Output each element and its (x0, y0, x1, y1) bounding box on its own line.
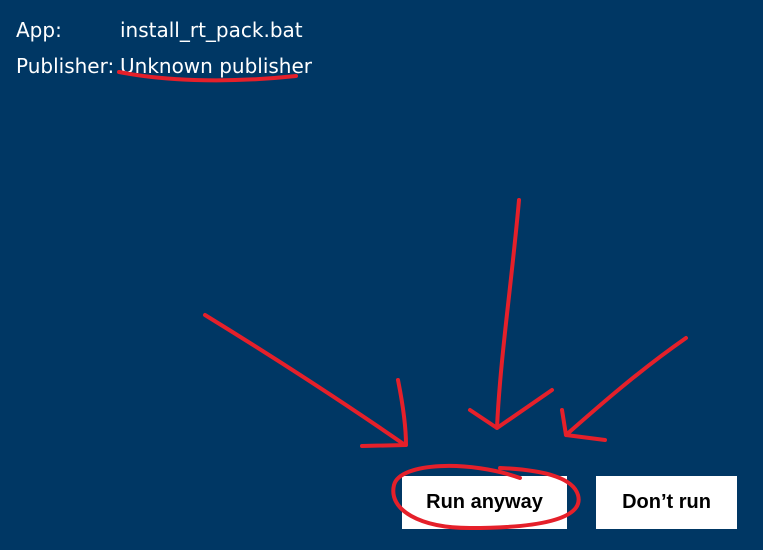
run-anyway-button[interactable]: Run anyway (402, 476, 567, 529)
red-annotation-overlay (117, 70, 688, 530)
app-label: App: (16, 18, 62, 42)
app-name: install_rt_pack.bat (120, 18, 303, 42)
publisher-label: Publisher: (16, 54, 115, 78)
publisher-name: Unknown publisher (120, 54, 313, 78)
center-arrow-annotation (468, 198, 554, 430)
dont-run-button[interactable]: Don’t run (596, 476, 737, 529)
left-arrow-annotation (203, 313, 408, 448)
right-arrow-annotation (560, 336, 688, 442)
